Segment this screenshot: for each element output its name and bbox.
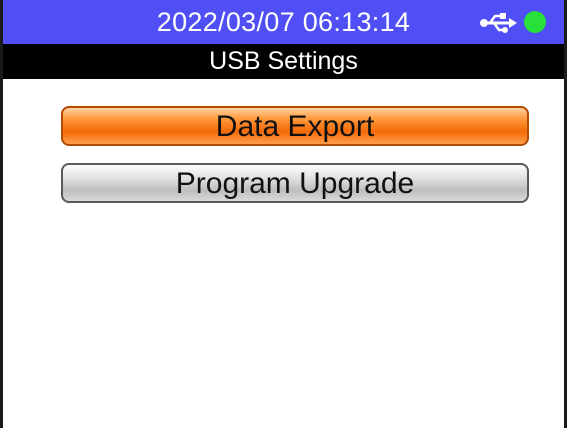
program-upgrade-button[interactable]: Program Upgrade	[61, 163, 529, 203]
title-bar: USB Settings	[3, 44, 564, 79]
device-screen: 2022/03/07 06:13:14 USB Settings Data Ex…	[0, 0, 567, 428]
usb-icon	[480, 13, 517, 33]
status-indicator-light	[524, 11, 546, 33]
page-title: USB Settings	[209, 47, 358, 75]
data-export-button[interactable]: Data Export	[61, 106, 529, 146]
status-bar: 2022/03/07 06:13:14	[3, 0, 564, 44]
